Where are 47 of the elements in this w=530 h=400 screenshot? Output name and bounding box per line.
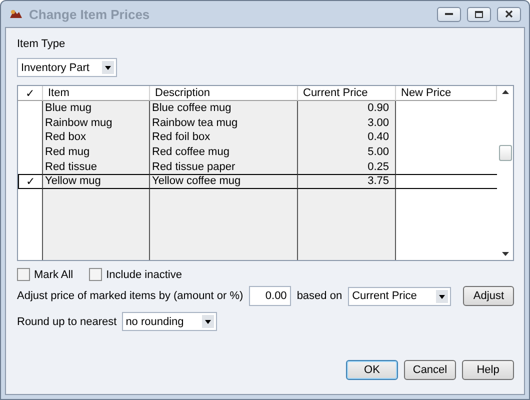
checkbox[interactable] [89,268,102,281]
new-price-cell[interactable] [396,174,497,189]
item-type-dropdown[interactable]: Inventory Part [17,58,117,77]
row-checkbox[interactable]: ✓ [18,174,43,189]
table-cell: Red coffee mug [150,144,298,160]
checkbox-label: Include inactive [106,268,182,280]
checkbox-label: Mark All [34,268,74,280]
close-button[interactable] [497,6,521,22]
checkbox[interactable] [17,268,30,281]
table-cell: 3.00 [298,116,396,130]
table-cell: 0.90 [298,101,396,116]
dialog-button[interactable]: OK [346,360,398,380]
table-cell: Red box [43,130,150,145]
table-cell: Rainbow mug [43,116,150,130]
minimize-icon [445,12,453,16]
dialog-button[interactable]: Cancel [404,360,456,380]
amount-field[interactable]: 0.00 [249,286,291,306]
dialog-button[interactable]: Help [462,360,514,380]
table-cell: Red tissue [43,159,150,174]
table-cell: Red foil box [150,130,298,145]
table-cell: Red mug [43,144,150,160]
table-cell: Yellow coffee mug [150,174,298,189]
scroll-down-icon[interactable] [502,252,508,256]
maximize-icon [475,10,483,18]
scrollbar-thumb[interactable] [498,145,512,161]
table-cell: 0.40 [298,130,396,145]
adjust-label: Adjust price of marked items by (amount or %) [17,290,244,302]
rounding-dropdown[interactable]: no rounding [122,312,217,331]
based-on-label: based on [296,290,342,302]
item-type-label: Item Type [17,38,66,50]
maximize-button[interactable] [467,6,491,22]
based-on-dropdown[interactable]: Current Price [348,286,452,306]
table-cell: Rainbow tea mug [150,116,298,130]
minimize-button[interactable] [437,6,461,22]
table-cell: Blue coffee mug [150,101,298,116]
round-label: Round up to nearest [17,316,117,328]
table-cell: 0.25 [298,159,396,174]
table-cell: Red tissue paper [150,159,298,174]
table-cell: Yellow mug [43,174,150,189]
close-icon [505,10,513,18]
adjust-button[interactable]: Adjust [463,286,514,306]
scroll-up-icon[interactable] [502,90,508,94]
table-cell: 5.00 [298,144,396,160]
table-cell: Blue mug [43,101,150,116]
app-icon [9,8,23,20]
window-title: Change Item Prices [29,6,151,22]
table-cell: 3.75 [298,174,396,189]
